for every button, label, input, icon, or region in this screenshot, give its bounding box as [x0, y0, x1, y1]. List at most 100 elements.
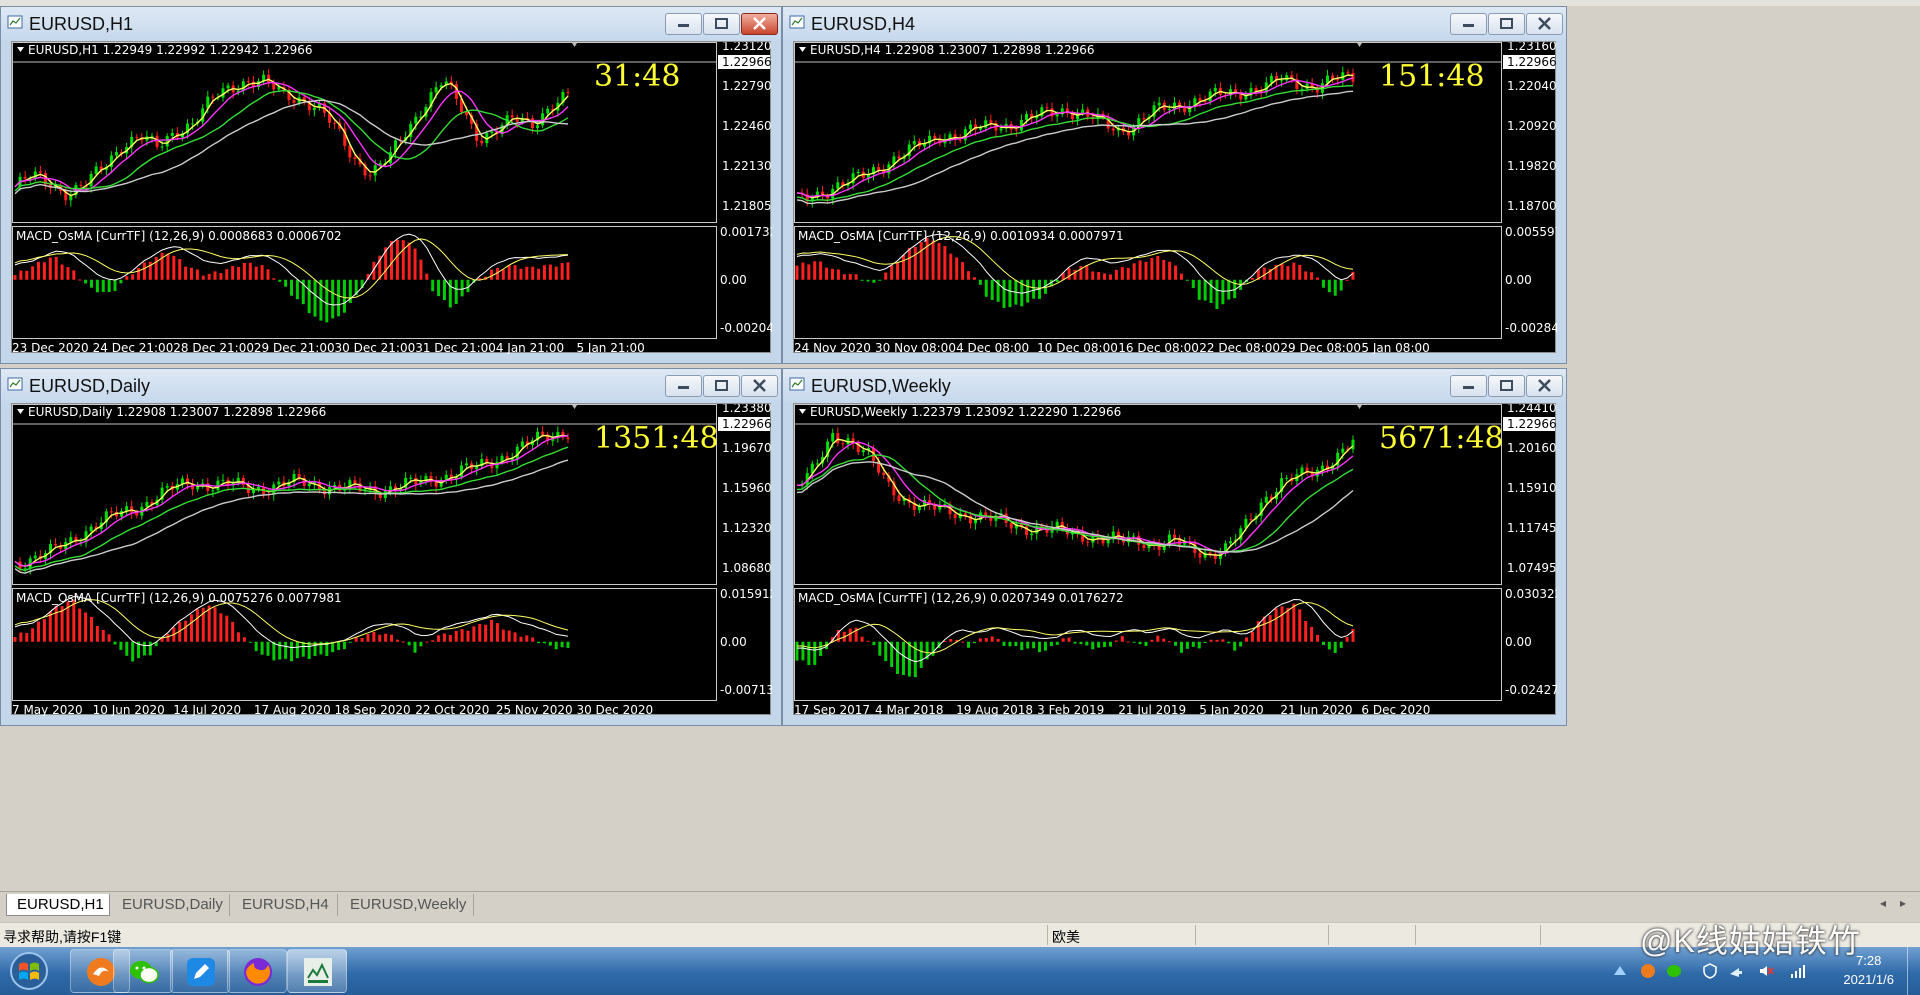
- window-title-bar[interactable]: EURUSD,H1: [1, 7, 781, 41]
- chart-area[interactable]: EURUSD,Weekly 1.22379 1.23092 1.22290 1.…: [793, 403, 1557, 716]
- macd-histogram-bar: [307, 279, 311, 314]
- window-title-bar[interactable]: EURUSD,H4: [783, 7, 1566, 41]
- macd-histogram-bar: [1185, 641, 1189, 649]
- minimize-button[interactable]: [665, 13, 702, 35]
- tray-signal-icon[interactable]: [1790, 963, 1806, 979]
- macd-histogram-bar: [1061, 638, 1065, 642]
- macd-histogram-bar: [89, 279, 93, 288]
- tab-eurusd-h1[interactable]: EURUSD,H1: [6, 894, 110, 916]
- candlestick: [912, 496, 916, 517]
- price-scale-label: 1.07495: [1507, 561, 1557, 575]
- taskbar-firefox[interactable]: [227, 949, 287, 993]
- tray-network-icon[interactable]: [1612, 963, 1628, 979]
- candlestick: [541, 107, 545, 129]
- macd-histogram-bar: [531, 637, 535, 642]
- macd-histogram-bar: [225, 269, 229, 280]
- maximize-button[interactable]: [1488, 375, 1525, 397]
- symbol-dropdown-icon[interactable]: [799, 409, 806, 414]
- tab-eurusd-h4[interactable]: EURUSD,H4: [232, 894, 338, 916]
- candlestick: [1157, 539, 1161, 557]
- macd-histogram-bar: [189, 267, 193, 280]
- tab-prev-icon[interactable]: ◂: [1880, 896, 1886, 910]
- tray-wechat-icon[interactable]: [1666, 963, 1682, 979]
- price-scale-label: 1.19820: [1507, 159, 1557, 173]
- macd-histogram-bar: [836, 269, 840, 280]
- tab-eurusd-weekly[interactable]: EURUSD,Weekly: [340, 894, 474, 916]
- macd-histogram-bar: [1233, 641, 1237, 651]
- window-title-bar[interactable]: EURUSD,Weekly: [783, 369, 1566, 403]
- macd-histogram-bar: [878, 641, 882, 656]
- close-button[interactable]: [741, 13, 778, 35]
- minimize-button[interactable]: [665, 375, 702, 397]
- chart-shift-marker[interactable]: [1357, 43, 1362, 47]
- candlestick: [1172, 528, 1176, 543]
- windows-start-icon[interactable]: [8, 951, 50, 991]
- candlestick: [1004, 118, 1008, 133]
- candlestick: [104, 508, 108, 528]
- candlestick: [317, 100, 321, 111]
- tray-app-icon[interactable]: [1640, 963, 1656, 979]
- taskbar-wechat[interactable]: [113, 949, 173, 993]
- macd-histogram-bar: [137, 268, 141, 280]
- symbol-dropdown-icon[interactable]: [17, 47, 24, 52]
- minimize-button[interactable]: [1450, 13, 1487, 35]
- chart-area[interactable]: EURUSD,H1 1.22949 1.22992 1.22942 1.2296…: [11, 41, 772, 354]
- taskbar-mt4[interactable]: [287, 949, 347, 993]
- status-profile-name[interactable]: 欧美: [1052, 927, 1080, 947]
- macd-histogram-bar: [66, 267, 70, 280]
- candlestick: [267, 69, 271, 88]
- macd-histogram-bar: [961, 641, 965, 643]
- macd-histogram-bar: [407, 641, 411, 646]
- show-desktop-button[interactable]: [1907, 947, 1920, 995]
- macd-histogram-bar: [1103, 273, 1107, 280]
- tray-arrow-icon[interactable]: [1728, 963, 1744, 979]
- chart-shift-marker[interactable]: [572, 43, 577, 47]
- macd-histogram-bar: [148, 641, 152, 656]
- macd-histogram-bar: [372, 631, 376, 642]
- maximize-button[interactable]: [703, 13, 740, 35]
- candlestick: [556, 426, 560, 443]
- chart-window-eurusd-daily[interactable]: EURUSD,Daily EURUSD,Daily 1.22908 1.23007…: [0, 368, 782, 726]
- chart-window-eurusd-h4[interactable]: EURUSD,H4 EURUSD,H4 1.22908 1.23007 1.228…: [782, 6, 1567, 364]
- macd-histogram-bar: [1126, 267, 1130, 280]
- taskbar-pen-app[interactable]: [170, 949, 230, 993]
- macd-histogram-bar: [913, 641, 917, 678]
- macd-histogram-bar: [231, 621, 235, 642]
- tab-eurusd-daily[interactable]: EURUSD,Daily: [112, 894, 230, 916]
- maximize-button[interactable]: [703, 375, 740, 397]
- candlestick: [287, 479, 291, 492]
- chart-window-eurusd-weekly[interactable]: EURUSD,Weekly EURUSD,Weekly 1.22379 1.230…: [782, 368, 1567, 726]
- maximize-button[interactable]: [1488, 13, 1525, 35]
- candlestick: [368, 171, 372, 181]
- candlestick: [1218, 547, 1222, 566]
- symbol-dropdown-icon[interactable]: [799, 47, 806, 52]
- macd-histogram-bar: [1073, 641, 1077, 644]
- tray-shield-icon[interactable]: [1702, 963, 1718, 979]
- time-axis-label: 3 Feb 2019: [1037, 703, 1104, 716]
- chart-shift-marker[interactable]: [1357, 405, 1362, 409]
- macd-histogram-bar: [901, 641, 905, 675]
- candlestick: [257, 78, 261, 90]
- symbol-dropdown-icon[interactable]: [17, 409, 24, 414]
- chart-area[interactable]: EURUSD,Daily 1.22908 1.23007 1.22898 1.2…: [11, 403, 772, 716]
- chart-shift-marker[interactable]: [572, 405, 577, 409]
- minimize-button[interactable]: [1450, 375, 1487, 397]
- chart-window-eurusd-h1[interactable]: EURUSD,H1 EURUSD,H1 1.22949 1.22992 1.229…: [0, 6, 782, 364]
- macd-histogram-bar: [1227, 279, 1231, 300]
- macd-histogram-bar: [1020, 641, 1024, 650]
- close-button[interactable]: [1526, 375, 1563, 397]
- time-axis-label: 29 Dec 08:00: [1280, 341, 1361, 354]
- bar-countdown-timer: 151:48: [1379, 59, 1485, 94]
- chart-header-quote: EURUSD,H4 1.22908 1.23007 1.22898 1.2296…: [810, 43, 1095, 57]
- price-scale-label: 1.20920: [1507, 119, 1557, 133]
- macd-histogram-bar: [1333, 641, 1337, 653]
- macd-histogram-bar: [961, 262, 965, 280]
- candlestick: [1040, 104, 1044, 120]
- close-button[interactable]: [1526, 13, 1563, 35]
- chart-area[interactable]: EURUSD,H4 1.22908 1.23007 1.22898 1.2296…: [793, 41, 1557, 354]
- close-button[interactable]: [741, 375, 778, 397]
- tray-volume-muted-icon[interactable]: [1758, 963, 1774, 979]
- window-title-bar[interactable]: EURUSD,Daily: [1, 369, 781, 403]
- time-axis-label: 29 Dec 21:00: [254, 341, 335, 354]
- tab-next-icon[interactable]: ▸: [1900, 896, 1906, 910]
